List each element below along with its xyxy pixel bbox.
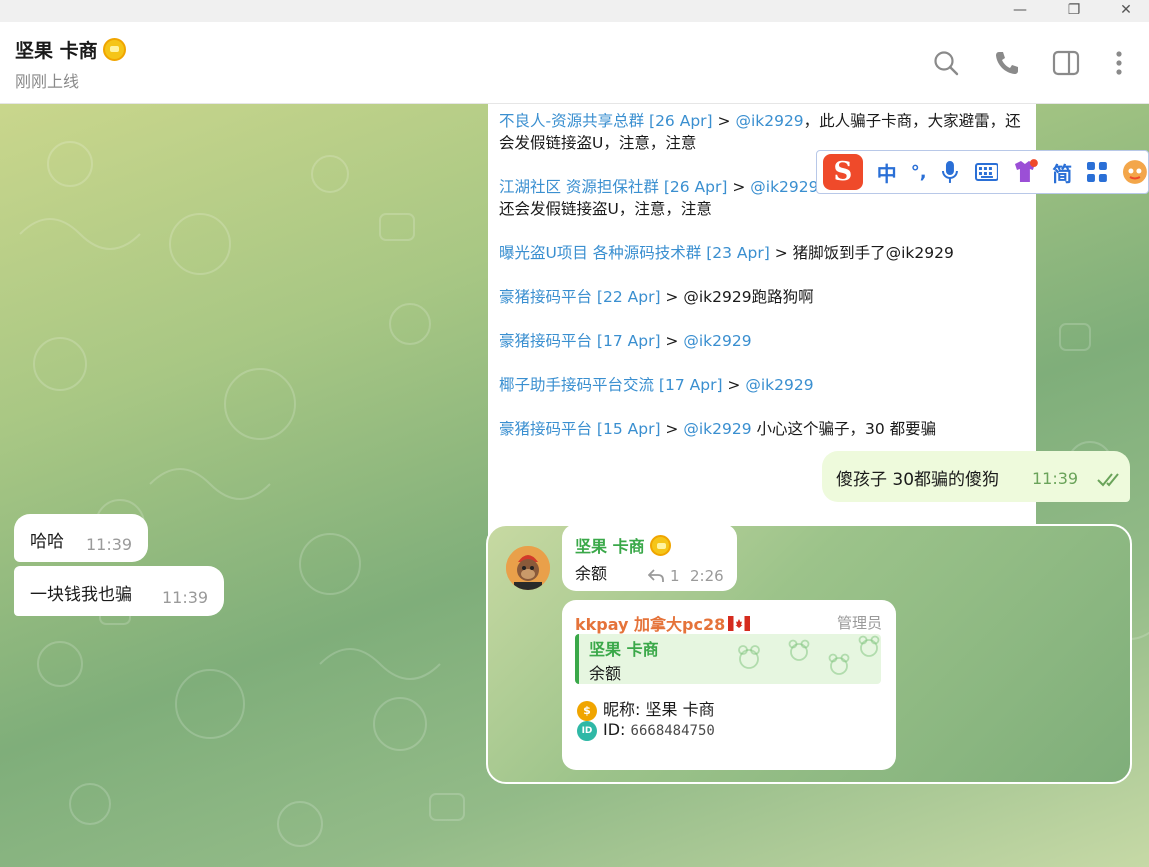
toolbox-grid-icon[interactable] bbox=[1086, 161, 1108, 183]
phone-icon[interactable] bbox=[992, 48, 1022, 78]
mention-link[interactable]: @ik2929 bbox=[683, 420, 751, 438]
ime-punctuation-toggle[interactable]: °, bbox=[911, 162, 927, 183]
ime-simplified-toggle[interactable]: 简 bbox=[1052, 158, 1072, 187]
separator: > bbox=[660, 332, 684, 350]
ime-mascot-icon[interactable] bbox=[1122, 159, 1148, 185]
message-text: 余额 bbox=[575, 564, 608, 583]
coin-icon: $ bbox=[577, 700, 597, 721]
sidebar-toggle-icon[interactable] bbox=[1051, 48, 1081, 78]
quote-text: 余额 bbox=[589, 664, 622, 683]
quote-sender: 坚果 卡商 bbox=[589, 640, 659, 659]
ime-language-toggle[interactable]: 中 bbox=[877, 158, 897, 187]
list-item: 曝光盗U项目 各种源码技术群 [23 Apr] > 猪脚饭到手了@ik2929 bbox=[499, 242, 1024, 264]
nickname-label: 昵称: 坚果 卡商 bbox=[603, 700, 715, 719]
sender-name[interactable]: kkpay 加拿大pc28 bbox=[575, 611, 725, 635]
separator: > bbox=[712, 112, 736, 130]
microphone-icon[interactable] bbox=[941, 160, 959, 184]
separator: > bbox=[727, 178, 751, 196]
message-time: 11:39 bbox=[86, 535, 133, 554]
group-link[interactable]: 江湖社区 资源担保社群 [26 Apr] bbox=[499, 178, 727, 196]
list-item: 豪猪接码平台 [17 Apr] > @ik2929 bbox=[499, 330, 1024, 352]
emoji-status-icon bbox=[102, 38, 126, 61]
emoji-status-icon bbox=[649, 534, 671, 556]
group-link[interactable]: 不良人-资源共享总群 [26 Apr] bbox=[499, 112, 713, 130]
mention-link[interactable]: @ik2929 bbox=[683, 332, 751, 350]
message-time: 11:39 bbox=[162, 588, 209, 607]
window-titlebar: — ❐ ✕ bbox=[0, 0, 1149, 22]
mention-link[interactable]: @ik2929 bbox=[750, 178, 818, 196]
reply-count: 1 bbox=[670, 567, 680, 585]
quote-pattern-icon bbox=[738, 635, 880, 675]
incoming-message[interactable]: 哈哈 11:39 bbox=[14, 514, 148, 562]
nickname-row: $ 昵称: 坚果 卡商 bbox=[577, 696, 715, 721]
close-window-button[interactable]: ✕ bbox=[1103, 0, 1149, 22]
list-item: 椰子助手接码平台交流 [17 Apr] > @ik2929 bbox=[499, 374, 1024, 396]
sender-name[interactable]: 坚果 卡商 bbox=[575, 533, 645, 557]
chat-title[interactable]: 坚果 卡商 bbox=[15, 36, 126, 63]
separator: > bbox=[660, 420, 684, 438]
list-item: 豪猪接码平台 [22 Apr] > @ik2929跑路狗啊 bbox=[499, 286, 1024, 308]
more-options-icon[interactable] bbox=[1104, 48, 1134, 78]
group-link[interactable]: 豪猪接码平台 [17 Apr] bbox=[499, 332, 661, 350]
message-text: 哈哈 bbox=[30, 532, 64, 552]
incoming-message[interactable]: 一块钱我也骗 11:39 bbox=[14, 566, 224, 616]
group-link[interactable]: 豪猪接码平台 [15 Apr] bbox=[499, 420, 661, 438]
reply-arrow-icon[interactable] bbox=[648, 569, 664, 583]
mention-link[interactable]: @ik2929 bbox=[745, 376, 813, 394]
bot-message[interactable]: kkpay 加拿大pc28 管理员 坚果 卡商 余额 $ 昵称: 坚果 卡商 ID… bbox=[562, 600, 896, 770]
id-row: ID ID: 6668484750 bbox=[577, 720, 715, 741]
list-item: 不良人-资源共享总群 [26 Apr] > @ik2929，此人骗子卡商，大家避… bbox=[499, 110, 1024, 154]
outgoing-message[interactable]: 傻孩子 30都骗的傻狗 11:39 bbox=[822, 451, 1130, 502]
ime-toolbar[interactable]: S 中 °, 简 bbox=[816, 150, 1149, 194]
message-time: 11:39 bbox=[1032, 469, 1079, 488]
chat-status: 刚刚上线 bbox=[15, 72, 80, 91]
keyboard-icon[interactable] bbox=[974, 163, 999, 181]
list-item-text: @ik2929跑路狗啊 bbox=[683, 288, 814, 306]
search-icon[interactable] bbox=[931, 48, 961, 78]
list-item-text: 猪脚饭到手了@ik2929 bbox=[792, 244, 954, 262]
read-checkmarks-icon bbox=[1097, 473, 1119, 487]
message-text: 傻孩子 30都骗的傻狗 bbox=[836, 470, 1000, 490]
separator: > bbox=[660, 288, 684, 306]
group-link[interactable]: 曝光盗U项目 各种源码技术群 [23 Apr] bbox=[499, 244, 770, 262]
ape-avatar-icon bbox=[506, 546, 550, 590]
mention-link[interactable]: @ik2929 bbox=[735, 112, 803, 130]
admin-role-badge: 管理员 bbox=[836, 614, 882, 632]
message-text: 一块钱我也骗 bbox=[30, 585, 132, 605]
group-link[interactable]: 椰子助手接码平台交流 [17 Apr] bbox=[499, 376, 723, 394]
skin-icon[interactable] bbox=[1012, 159, 1039, 185]
quoted-message[interactable]: 坚果 卡商 余额 bbox=[575, 634, 881, 684]
separator: > bbox=[722, 376, 746, 394]
chat-header: 坚果 卡商 刚刚上线 bbox=[0, 22, 1149, 104]
avatar[interactable] bbox=[506, 546, 550, 590]
id-label: ID: bbox=[603, 720, 626, 739]
restore-button[interactable]: ❐ bbox=[1051, 0, 1097, 22]
minimize-button[interactable]: — bbox=[997, 0, 1043, 22]
canada-flag-icon bbox=[728, 615, 751, 631]
user-id-value[interactable]: 6668484750 bbox=[631, 723, 715, 739]
separator: > bbox=[769, 244, 793, 262]
message-time: 2:26 bbox=[690, 567, 724, 585]
group-link[interactable]: 豪猪接码平台 [22 Apr] bbox=[499, 288, 661, 306]
chat-title-text: 坚果 卡商 bbox=[15, 40, 98, 62]
list-item-text: 小心这个骗子，30 都要骗 bbox=[751, 420, 937, 438]
id-icon: ID bbox=[577, 720, 597, 741]
ime-logo-icon[interactable]: S bbox=[823, 154, 863, 190]
reply-message[interactable]: 坚果 卡商 余额 1 2:26 bbox=[562, 524, 737, 591]
list-item: 豪猪接码平台 [15 Apr] > @ik2929 小心这个骗子，30 都要骗 bbox=[499, 418, 1024, 440]
